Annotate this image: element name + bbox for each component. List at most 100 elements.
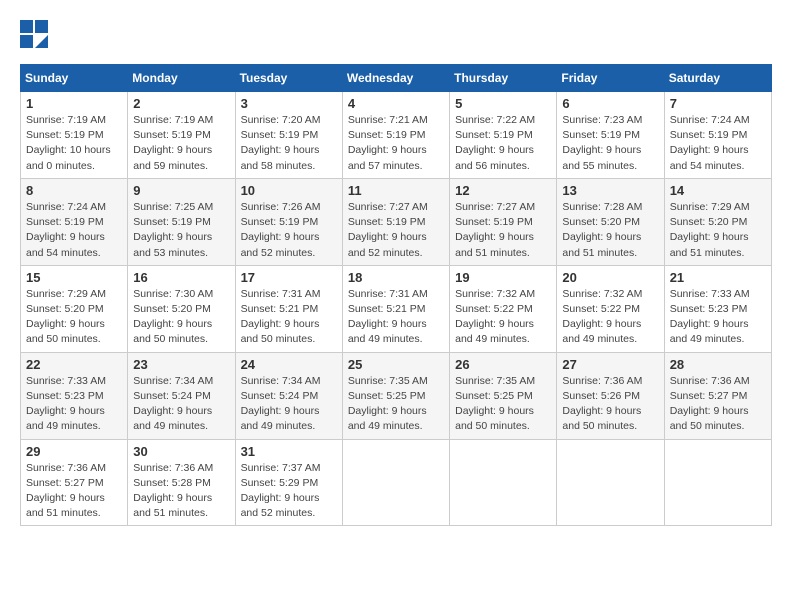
day-number: 31 [241, 444, 337, 459]
calendar-cell [557, 439, 664, 526]
day-info: Sunrise: 7:36 AM Sunset: 5:27 PM Dayligh… [26, 461, 122, 522]
calendar-cell: 5Sunrise: 7:22 AM Sunset: 5:19 PM Daylig… [450, 92, 557, 179]
day-info: Sunrise: 7:24 AM Sunset: 5:19 PM Dayligh… [670, 113, 766, 174]
day-info: Sunrise: 7:34 AM Sunset: 5:24 PM Dayligh… [133, 374, 229, 435]
day-info: Sunrise: 7:25 AM Sunset: 5:19 PM Dayligh… [133, 200, 229, 261]
day-number: 4 [348, 96, 444, 111]
day-info: Sunrise: 7:21 AM Sunset: 5:19 PM Dayligh… [348, 113, 444, 174]
day-number: 15 [26, 270, 122, 285]
day-number: 11 [348, 183, 444, 198]
day-info: Sunrise: 7:29 AM Sunset: 5:20 PM Dayligh… [670, 200, 766, 261]
day-number: 17 [241, 270, 337, 285]
calendar-header: SundayMondayTuesdayWednesdayThursdayFrid… [21, 65, 772, 92]
calendar-cell: 7 Sunrise: 7:24 AM Sunset: 5:19 PM Daylig… [664, 92, 771, 179]
day-number: 20 [562, 270, 658, 285]
calendar-cell: 25 Sunrise: 7:35 AM Sunset: 5:25 PM Dayli… [342, 352, 449, 439]
day-info: Sunrise: 7:36 AM Sunset: 5:26 PM Dayligh… [562, 374, 658, 435]
calendar-cell: 2 Sunrise: 7:19 AM Sunset: 5:19 PM Daylig… [128, 92, 235, 179]
day-info: Sunrise: 7:36 AM Sunset: 5:28 PM Dayligh… [133, 461, 229, 522]
day-info: Sunrise: 7:36 AM Sunset: 5:27 PM Dayligh… [670, 374, 766, 435]
day-number: 22 [26, 357, 122, 372]
calendar-cell: 10 Sunrise: 7:26 AM Sunset: 5:19 PM Dayli… [235, 178, 342, 265]
day-number: 30 [133, 444, 229, 459]
day-info: Sunrise: 7:19 AM Sunset: 5:19 PM Dayligh… [133, 113, 229, 174]
day-number: 7 [670, 96, 766, 111]
day-number: 19 [455, 270, 551, 285]
calendar-cell: 17 Sunrise: 7:31 AM Sunset: 5:21 PM Dayli… [235, 265, 342, 352]
calendar-cell: 28 Sunrise: 7:36 AM Sunset: 5:27 PM Dayli… [664, 352, 771, 439]
calendar-cell: 14 Sunrise: 7:29 AM Sunset: 5:20 PM Dayli… [664, 178, 771, 265]
day-info: Sunrise: 7:24 AM Sunset: 5:19 PM Dayligh… [26, 200, 122, 261]
calendar-week-2: 8 Sunrise: 7:24 AM Sunset: 5:19 PM Daylig… [21, 178, 772, 265]
day-info: Sunrise: 7:35 AM Sunset: 5:25 PM Dayligh… [455, 374, 551, 435]
day-info: Sunrise: 7:32 AM Sunset: 5:22 PM Dayligh… [455, 287, 551, 348]
calendar-cell: 1Sunrise: 7:19 AM Sunset: 5:19 PM Daylig… [21, 92, 128, 179]
calendar-cell: 19 Sunrise: 7:32 AM Sunset: 5:22 PM Dayli… [450, 265, 557, 352]
logo [20, 20, 52, 48]
day-info: Sunrise: 7:37 AM Sunset: 5:29 PM Dayligh… [241, 461, 337, 522]
day-info: Sunrise: 7:33 AM Sunset: 5:23 PM Dayligh… [670, 287, 766, 348]
calendar-cell: 22 Sunrise: 7:33 AM Sunset: 5:23 PM Dayli… [21, 352, 128, 439]
day-number: 16 [133, 270, 229, 285]
calendar-cell: 13Sunrise: 7:28 AM Sunset: 5:20 PM Dayli… [557, 178, 664, 265]
day-number: 8 [26, 183, 122, 198]
calendar-cell: 24 Sunrise: 7:34 AM Sunset: 5:24 PM Dayli… [235, 352, 342, 439]
calendar-week-3: 15 Sunrise: 7:29 AM Sunset: 5:20 PM Dayli… [21, 265, 772, 352]
weekday-header-tuesday: Tuesday [235, 65, 342, 92]
calendar-cell: 21 Sunrise: 7:33 AM Sunset: 5:23 PM Dayli… [664, 265, 771, 352]
day-info: Sunrise: 7:33 AM Sunset: 5:23 PM Dayligh… [26, 374, 122, 435]
day-number: 5 [455, 96, 551, 111]
calendar-cell: 18 Sunrise: 7:31 AM Sunset: 5:21 PM Dayli… [342, 265, 449, 352]
weekday-header-monday: Monday [128, 65, 235, 92]
weekday-header-sunday: Sunday [21, 65, 128, 92]
day-info: Sunrise: 7:29 AM Sunset: 5:20 PM Dayligh… [26, 287, 122, 348]
day-info: Sunrise: 7:34 AM Sunset: 5:24 PM Dayligh… [241, 374, 337, 435]
day-info: Sunrise: 7:31 AM Sunset: 5:21 PM Dayligh… [348, 287, 444, 348]
day-info: Sunrise: 7:28 AM Sunset: 5:20 PM Dayligh… [562, 200, 658, 261]
day-number: 25 [348, 357, 444, 372]
day-number: 29 [26, 444, 122, 459]
day-number: 21 [670, 270, 766, 285]
page-header [20, 20, 772, 48]
day-number: 28 [670, 357, 766, 372]
logo-icon [20, 20, 48, 48]
calendar-cell: 29 Sunrise: 7:36 AM Sunset: 5:27 PM Dayli… [21, 439, 128, 526]
day-info: Sunrise: 7:23 AM Sunset: 5:19 PM Dayligh… [562, 113, 658, 174]
calendar-cell: 20 Sunrise: 7:32 AM Sunset: 5:22 PM Dayli… [557, 265, 664, 352]
day-number: 18 [348, 270, 444, 285]
weekday-header-saturday: Saturday [664, 65, 771, 92]
day-number: 12 [455, 183, 551, 198]
calendar-cell: 26 Sunrise: 7:35 AM Sunset: 5:25 PM Dayli… [450, 352, 557, 439]
calendar-cell: 11Sunrise: 7:27 AM Sunset: 5:19 PM Dayli… [342, 178, 449, 265]
calendar-table: SundayMondayTuesdayWednesdayThursdayFrid… [20, 64, 772, 526]
calendar-cell: 30 Sunrise: 7:36 AM Sunset: 5:28 PM Dayli… [128, 439, 235, 526]
day-info: Sunrise: 7:19 AM Sunset: 5:19 PM Dayligh… [26, 113, 122, 174]
weekday-header-friday: Friday [557, 65, 664, 92]
day-info: Sunrise: 7:20 AM Sunset: 5:19 PM Dayligh… [241, 113, 337, 174]
day-info: Sunrise: 7:30 AM Sunset: 5:20 PM Dayligh… [133, 287, 229, 348]
day-info: Sunrise: 7:26 AM Sunset: 5:19 PM Dayligh… [241, 200, 337, 261]
weekday-header-wednesday: Wednesday [342, 65, 449, 92]
calendar-cell [664, 439, 771, 526]
calendar-cell: 3Sunrise: 7:20 AM Sunset: 5:19 PM Daylig… [235, 92, 342, 179]
day-number: 27 [562, 357, 658, 372]
calendar-cell: 15 Sunrise: 7:29 AM Sunset: 5:20 PM Dayli… [21, 265, 128, 352]
calendar-cell: 12Sunrise: 7:27 AM Sunset: 5:19 PM Dayli… [450, 178, 557, 265]
calendar-cell: 27 Sunrise: 7:36 AM Sunset: 5:26 PM Dayli… [557, 352, 664, 439]
calendar-cell: 8 Sunrise: 7:24 AM Sunset: 5:19 PM Daylig… [21, 178, 128, 265]
calendar-cell [450, 439, 557, 526]
day-number: 24 [241, 357, 337, 372]
calendar-cell: 9 Sunrise: 7:25 AM Sunset: 5:19 PM Daylig… [128, 178, 235, 265]
day-number: 14 [670, 183, 766, 198]
day-number: 10 [241, 183, 337, 198]
day-number: 23 [133, 357, 229, 372]
day-info: Sunrise: 7:31 AM Sunset: 5:21 PM Dayligh… [241, 287, 337, 348]
calendar-cell [342, 439, 449, 526]
day-number: 26 [455, 357, 551, 372]
day-info: Sunrise: 7:35 AM Sunset: 5:25 PM Dayligh… [348, 374, 444, 435]
calendar-cell: 16 Sunrise: 7:30 AM Sunset: 5:20 PM Dayli… [128, 265, 235, 352]
day-number: 9 [133, 183, 229, 198]
day-info: Sunrise: 7:32 AM Sunset: 5:22 PM Dayligh… [562, 287, 658, 348]
day-number: 2 [133, 96, 229, 111]
calendar-cell: 6Sunrise: 7:23 AM Sunset: 5:19 PM Daylig… [557, 92, 664, 179]
